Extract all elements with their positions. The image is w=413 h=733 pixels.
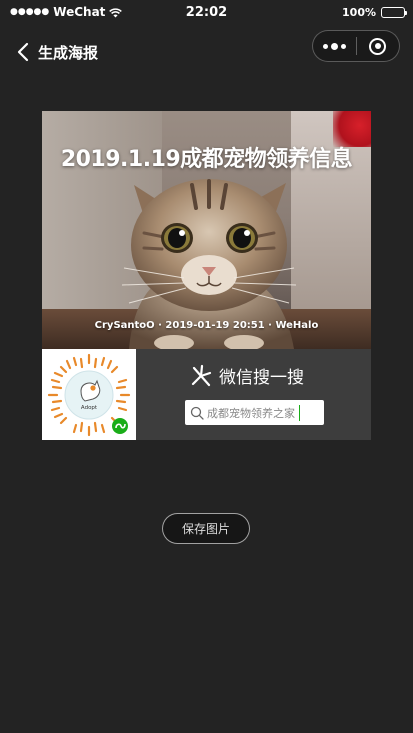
close-ring-icon xyxy=(369,37,387,55)
search-box: 成都宠物领养之家 xyxy=(185,400,324,425)
qr-code-icon: Adopt xyxy=(47,353,131,436)
page-title: 生成海报 xyxy=(38,43,99,62)
chevron-left-icon xyxy=(17,42,29,62)
wechat-search-brand: 微信搜一搜 xyxy=(189,363,304,388)
poster-title: 2019.1.19成都宠物领养信息 xyxy=(60,147,353,172)
poster: 2019.1.19成都宠物领养信息 CrySantoO · 2019-01-19… xyxy=(42,111,371,440)
wechat-search-icon xyxy=(191,364,212,386)
carrier-name: WeChat xyxy=(53,5,106,19)
status-battery-group: 100% xyxy=(342,5,407,19)
close-miniprogram-button[interactable] xyxy=(357,31,400,61)
status-carrier-group: ●●●●● WeChat xyxy=(10,5,123,19)
more-button[interactable] xyxy=(313,31,356,61)
more-dot-icon xyxy=(340,43,346,49)
signal-icon: ●●●●● xyxy=(10,7,50,17)
back-button[interactable] xyxy=(8,30,38,74)
more-dot-icon xyxy=(322,43,328,49)
search-keyword: 成都宠物领养之家 xyxy=(207,406,295,420)
more-dot-icon xyxy=(330,42,338,50)
status-bar: ●●●●● WeChat 22:02 100% xyxy=(0,0,413,24)
poster-photo: 2019.1.19成都宠物领养信息 CrySantoO · 2019-01-19… xyxy=(42,111,371,349)
miniprogram-code: Adopt xyxy=(42,349,136,440)
text-caret xyxy=(299,404,300,421)
poster-credit: CrySantoO · 2019-01-19 20:51 · WeHalo xyxy=(94,320,319,331)
wechat-search-label: 微信搜一搜 xyxy=(219,368,304,388)
wifi-icon xyxy=(109,7,123,17)
battery-icon xyxy=(381,6,407,18)
qr-caption: Adopt xyxy=(81,405,98,411)
poster-footer: Adopt 微信搜一搜 成都宠物领养之家 xyxy=(42,349,371,440)
search-icon xyxy=(190,406,204,420)
nav-bar: 生成海报 xyxy=(0,30,413,74)
miniprogram-capsule xyxy=(312,30,400,62)
battery-percent: 100% xyxy=(342,5,376,19)
save-image-button[interactable]: 保存图片 xyxy=(162,513,250,544)
